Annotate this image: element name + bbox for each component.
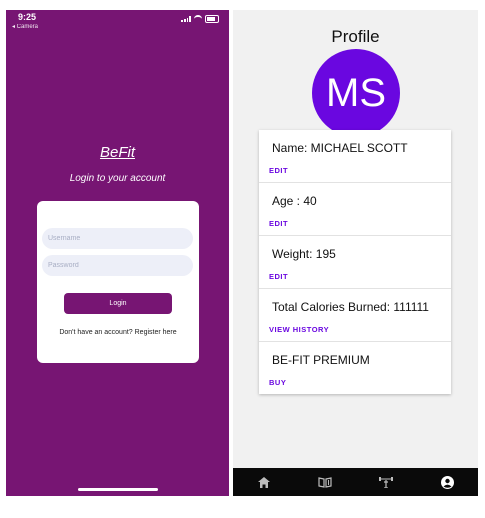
- edit-name-button[interactable]: EDIT: [269, 166, 288, 175]
- page-title: Profile: [331, 27, 380, 46]
- status-time: 9:25: [18, 12, 37, 22]
- edit-weight-button[interactable]: EDIT: [269, 272, 288, 281]
- tab-log[interactable]: [310, 472, 340, 492]
- login-screen: 9:25 ◂ Camera BeFit Login to your accoun…: [6, 10, 229, 496]
- login-button[interactable]: Login: [64, 293, 172, 314]
- username-input[interactable]: [42, 228, 193, 249]
- bottom-tab-bar: [233, 468, 478, 496]
- list-item: Age : 40 EDIT: [259, 183, 451, 236]
- password-input[interactable]: [42, 255, 193, 276]
- status-icons: [181, 15, 219, 23]
- signal-icon: [181, 16, 191, 22]
- list-item: BE-FIT PREMIUM BUY: [259, 342, 451, 394]
- list-item: Weight: 195 EDIT: [259, 236, 451, 289]
- login-subtitle: Login to your account: [69, 173, 166, 184]
- view-history-button[interactable]: VIEW HISTORY: [269, 325, 329, 334]
- profile-name: Name: MICHAEL SCOTT: [272, 141, 408, 155]
- login-card: Login Don't have an account? Register he…: [37, 201, 199, 363]
- tab-workout[interactable]: [371, 472, 401, 492]
- home-indicator: [78, 488, 158, 491]
- dumbbell-icon: [379, 477, 394, 488]
- edit-age-button[interactable]: EDIT: [269, 219, 288, 228]
- buy-premium-button[interactable]: BUY: [269, 378, 286, 387]
- tab-profile[interactable]: [432, 472, 462, 492]
- tab-home[interactable]: [249, 472, 279, 492]
- account-icon: [440, 475, 454, 489]
- wifi-icon: [194, 15, 202, 23]
- avatar: MS: [312, 49, 400, 137]
- book-icon: [318, 476, 332, 488]
- register-link[interactable]: Don't have an account? Register here: [37, 329, 199, 336]
- profile-weight: Weight: 195: [272, 247, 336, 261]
- battery-icon: [205, 15, 219, 23]
- app-name: BeFit: [99, 144, 135, 161]
- list-item: Total Calories Burned: 111111 VIEW HISTO…: [259, 289, 451, 342]
- profile-calories: Total Calories Burned: 111111: [272, 300, 429, 314]
- profile-screen: Profile MS Name: MICHAEL SCOTT EDIT Age …: [233, 10, 478, 496]
- back-to-camera-link[interactable]: ◂ Camera: [12, 23, 38, 30]
- profile-age: Age : 40: [272, 194, 317, 208]
- home-icon: [257, 476, 270, 488]
- list-item: Name: MICHAEL SCOTT EDIT: [259, 130, 451, 183]
- premium-label: BE-FIT PREMIUM: [272, 353, 370, 367]
- profile-list: Name: MICHAEL SCOTT EDIT Age : 40 EDIT W…: [259, 130, 451, 394]
